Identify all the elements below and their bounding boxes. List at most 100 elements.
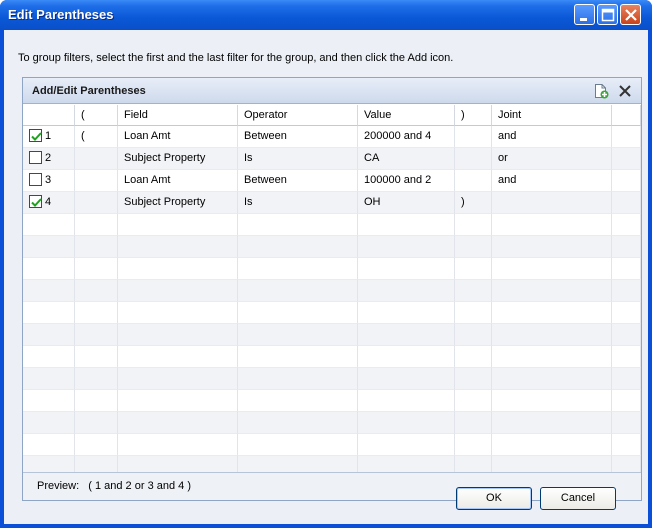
value-cell [358, 324, 455, 346]
operator-cell [238, 214, 358, 236]
joint-cell [492, 368, 612, 390]
row-number: 3 [45, 174, 52, 186]
check-mark-icon [31, 197, 42, 207]
value-cell[interactable]: CA [358, 148, 455, 170]
filler-cell [612, 148, 641, 170]
joint-cell[interactable]: and [492, 170, 612, 192]
close-paren-cell [455, 302, 492, 324]
field-cell [118, 258, 238, 280]
maximize-button[interactable] [597, 4, 618, 25]
value-cell [358, 390, 455, 412]
select-cell [23, 434, 75, 456]
cancel-button[interactable]: Cancel [540, 487, 616, 510]
check-mark-icon [31, 131, 42, 141]
table-row[interactable]: 4 Subject Property Is OH) [23, 192, 641, 214]
column-header-joint[interactable]: Joint [492, 105, 612, 126]
joint-cell[interactable] [492, 192, 612, 214]
joint-cell [492, 346, 612, 368]
close-x-icon[interactable] [617, 83, 633, 102]
column-header-open-paren[interactable]: ( [75, 105, 118, 126]
field-cell [118, 280, 238, 302]
title-bar[interactable]: Edit Parentheses [0, 0, 652, 30]
row-checkbox[interactable] [29, 194, 42, 208]
field-cell[interactable]: Loan Amt [118, 170, 238, 192]
open-paren-cell[interactable] [75, 192, 118, 214]
select-cell [23, 346, 75, 368]
row-checkbox[interactable] [29, 150, 42, 164]
column-header-operator[interactable]: Operator [238, 105, 358, 126]
joint-cell [492, 214, 612, 236]
open-paren-cell[interactable]: ( [75, 126, 118, 148]
row-number: 4 [45, 196, 52, 208]
table-row[interactable]: 1 (Loan Amt Between 200000 and 4 and [23, 126, 641, 148]
field-cell[interactable]: Subject Property [118, 148, 238, 170]
joint-cell [492, 280, 612, 302]
close-button[interactable] [620, 4, 641, 25]
ok-button[interactable]: OK [456, 487, 532, 510]
field-cell[interactable]: Subject Property [118, 192, 238, 214]
value-cell [358, 456, 455, 472]
value-cell[interactable]: 100000 and 2 [358, 170, 455, 192]
field-cell [118, 434, 238, 456]
filler-cell [612, 390, 641, 412]
filler-cell [612, 236, 641, 258]
operator-cell [238, 236, 358, 258]
field-cell[interactable]: Loan Amt [118, 126, 238, 148]
operator-cell[interactable]: Is [238, 192, 358, 214]
empty-table-row [23, 258, 641, 280]
open-paren-cell[interactable] [75, 170, 118, 192]
operator-cell [238, 258, 358, 280]
select-cell: 2 [23, 148, 75, 170]
filters-grid: ( Field Operator Value ) Joint 1(Loan Am… [23, 105, 641, 472]
field-cell [118, 412, 238, 434]
field-cell [118, 368, 238, 390]
column-header-value[interactable]: Value [358, 105, 455, 126]
select-cell [23, 236, 75, 258]
field-cell [118, 390, 238, 412]
open-paren-cell [75, 346, 118, 368]
close-paren-cell[interactable]: ) [455, 192, 492, 214]
close-paren-cell[interactable] [455, 148, 492, 170]
open-paren-cell[interactable] [75, 148, 118, 170]
value-cell[interactable]: 200000 and 4 [358, 126, 455, 148]
maximize-icon [601, 8, 615, 22]
joint-cell[interactable]: or [492, 148, 612, 170]
filler-cell [612, 170, 641, 192]
filler-cell [612, 258, 641, 280]
empty-table-row [23, 214, 641, 236]
table-row[interactable]: 3 Loan Amt Between 100000 and 2 and [23, 170, 641, 192]
filler-cell [612, 368, 641, 390]
panel-header: Add/Edit Parentheses [23, 78, 641, 104]
operator-cell [238, 302, 358, 324]
row-checkbox[interactable] [29, 128, 42, 142]
joint-cell[interactable]: and [492, 126, 612, 148]
minimize-button[interactable] [574, 4, 595, 25]
close-paren-cell[interactable] [455, 170, 492, 192]
table-row[interactable]: 2 Subject Property Is CA or [23, 148, 641, 170]
close-paren-cell [455, 434, 492, 456]
open-paren-cell [75, 280, 118, 302]
column-header-field[interactable]: Field [118, 105, 238, 126]
filler-cell [612, 126, 641, 148]
value-cell [358, 302, 455, 324]
operator-cell [238, 346, 358, 368]
close-paren-cell [455, 390, 492, 412]
empty-table-row [23, 280, 641, 302]
column-header-close-paren[interactable]: ) [455, 105, 492, 126]
column-header-select[interactable] [23, 105, 75, 126]
operator-cell[interactable]: Between [238, 170, 358, 192]
value-cell [358, 214, 455, 236]
row-checkbox[interactable] [29, 172, 42, 186]
value-cell[interactable]: OH [358, 192, 455, 214]
joint-cell [492, 412, 612, 434]
field-cell [118, 214, 238, 236]
close-paren-cell[interactable] [455, 126, 492, 148]
filler-cell [612, 412, 641, 434]
select-cell [23, 368, 75, 390]
add-document-icon[interactable] [593, 83, 609, 102]
filler-cell [612, 434, 641, 456]
operator-cell[interactable]: Between [238, 126, 358, 148]
close-paren-cell [455, 280, 492, 302]
operator-cell[interactable]: Is [238, 148, 358, 170]
operator-cell [238, 280, 358, 302]
